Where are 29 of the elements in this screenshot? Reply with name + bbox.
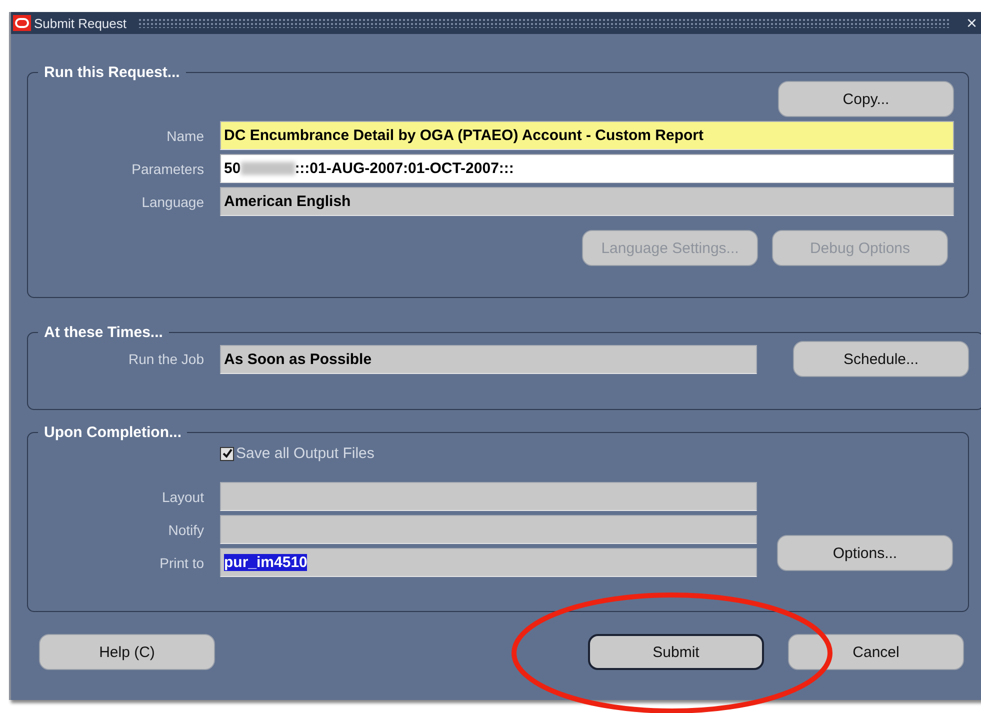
field-label: Notify — [167, 522, 204, 538]
group-title: Upon Completion... — [43, 424, 182, 441]
layout-field[interactable] — [220, 482, 757, 511]
window-title: Submit Request — [34, 16, 126, 30]
copy-button[interactable]: Copy... — [778, 81, 954, 117]
field-label: Run the Job — [128, 351, 204, 367]
checkbox-icon[interactable] — [220, 446, 234, 460]
close-button[interactable]: × — [962, 14, 981, 32]
field-label: Print to — [158, 554, 204, 570]
print-to-field[interactable]: pur_im4510 — [220, 548, 757, 577]
options-button[interactable]: Options... — [777, 535, 953, 571]
notify-field[interactable] — [220, 515, 757, 544]
cancel-button[interactable]: Cancel — [788, 634, 964, 670]
language-field[interactable]: American English — [220, 187, 954, 216]
parameters-field[interactable]: 50 :::01-AUG-2007:01-OCT-2007::: — [220, 154, 954, 183]
help-button[interactable]: Help (C) — [39, 634, 215, 670]
field-label: Parameters — [130, 160, 204, 176]
group-title: Run this Request... — [43, 64, 181, 81]
name-field[interactable]: DC Encumbrance Detail by OGA (PTAEO) Account - Custom Report — [220, 121, 954, 150]
group-title: At these Times... — [43, 324, 164, 341]
checkbox-label: Save all Output Files — [236, 445, 374, 462]
save-output-checkbox[interactable]: Save all Output Files — [220, 445, 954, 462]
submit-button[interactable]: Submit — [588, 634, 764, 670]
schedule-button[interactable]: Schedule... — [793, 341, 969, 377]
window-logo-icon — [13, 15, 31, 31]
field-label: Name — [166, 128, 204, 144]
field-label: Layout — [160, 488, 204, 504]
field-label: Language — [140, 194, 204, 210]
run-job-field[interactable]: As Soon as Possible — [220, 344, 757, 374]
